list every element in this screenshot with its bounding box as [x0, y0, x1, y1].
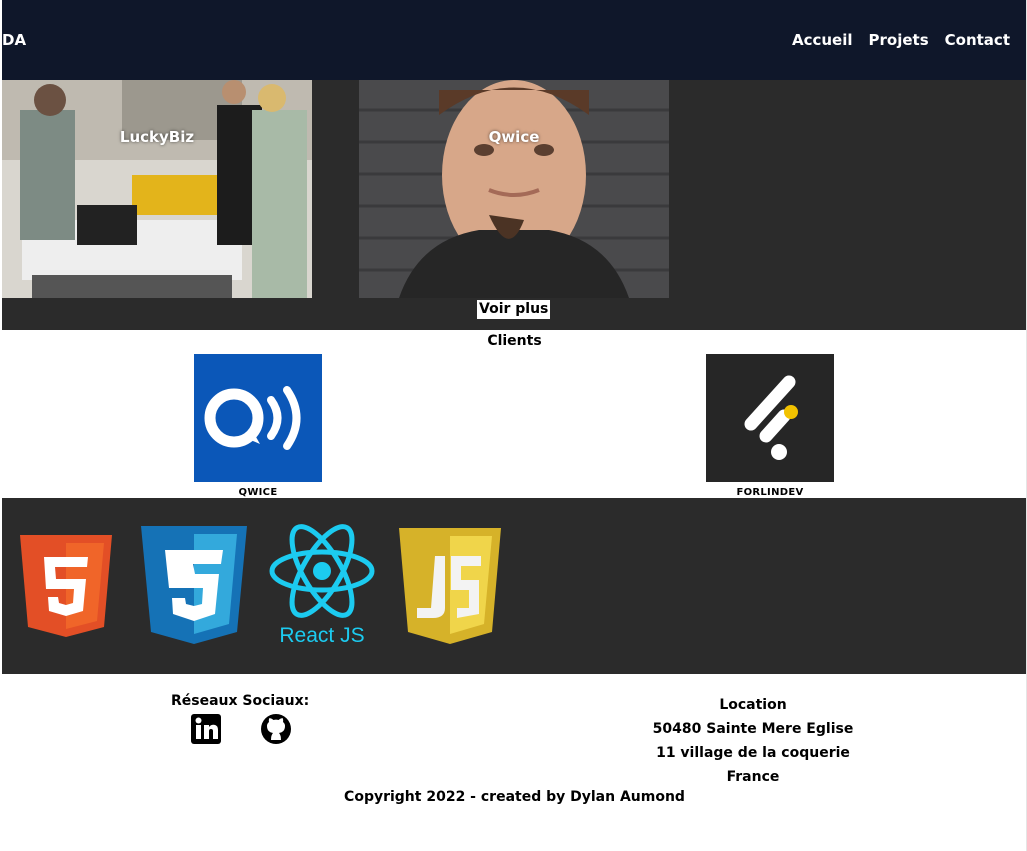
project-card-qwice[interactable]: Qwice	[359, 80, 669, 298]
react-icon: React JS	[269, 524, 375, 647]
project-label-luckybiz: LuckyBiz	[119, 128, 195, 146]
voir-plus-button[interactable]: Voir plus	[477, 300, 551, 319]
qwice-logo-icon	[194, 354, 322, 482]
project-label-qwice: Qwice	[488, 128, 540, 146]
client-name-forlindev: FORLINDEV	[736, 487, 804, 498]
project-card-luckybiz[interactable]: LuckyBiz	[2, 80, 312, 298]
location-block: Location 50480 Sainte Mere Eglise 11 vil…	[603, 693, 903, 789]
css3-icon	[141, 526, 247, 644]
nav-link-contact[interactable]: Contact	[945, 31, 1010, 49]
html5-icon	[20, 535, 112, 637]
main-nav: Accueil Projets Contact	[792, 31, 1010, 49]
forlindev-logo-icon	[706, 354, 834, 482]
nav-link-projets[interactable]: Projets	[869, 31, 929, 49]
react-label: React JS	[279, 624, 364, 647]
client-name-qwice: QWICE	[238, 487, 278, 498]
location-line-1: 50480 Sainte Mere Eglise	[652, 721, 854, 737]
clients-title: Clients	[487, 333, 542, 349]
javascript-icon	[399, 528, 501, 644]
tech-stack-section: React JS	[2, 498, 1027, 674]
client-forlindev[interactable]: FORLINDEV	[706, 354, 834, 498]
site-header: DA Accueil Projets Contact	[2, 0, 1027, 80]
linkedin-icon[interactable]	[191, 714, 221, 744]
location-title: Location	[719, 697, 787, 713]
site-logo[interactable]: DA	[2, 31, 26, 49]
client-qwice[interactable]: QWICE	[194, 354, 322, 498]
location-line-3: France	[726, 769, 780, 785]
location-line-2: 11 village de la coquerie	[656, 745, 850, 761]
github-icon[interactable]	[261, 714, 291, 744]
luckybiz-photo	[2, 80, 312, 298]
qwice-photo	[359, 80, 669, 298]
projects-section: LuckyBiz Qwice Voir plus	[2, 80, 1027, 330]
nav-link-accueil[interactable]: Accueil	[792, 31, 853, 49]
copyright-text: Copyright 2022 - created by Dylan Aumond	[344, 789, 685, 805]
social-title: Réseaux Sociaux:	[171, 693, 310, 709]
